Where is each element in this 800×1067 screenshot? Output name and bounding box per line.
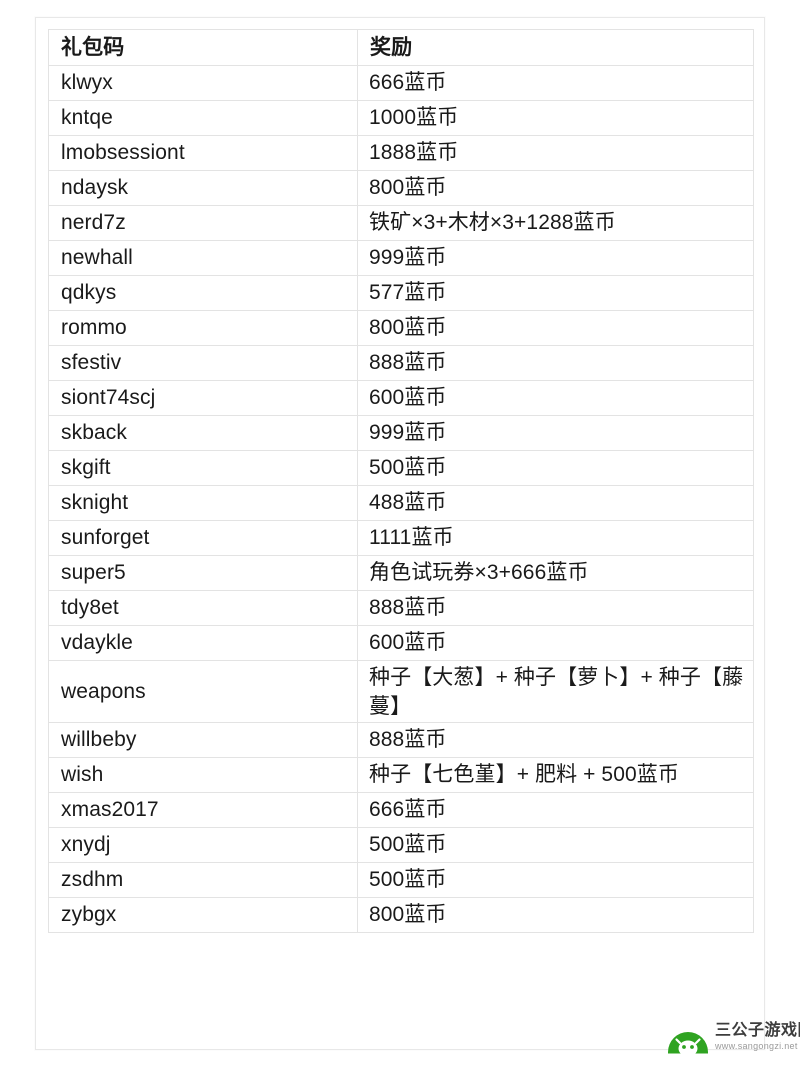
gift-code-cell: sknight [48,485,358,521]
reward-cell: 800蓝币 [357,170,754,206]
document-page: 礼包码 奖励 klwyx 666蓝币 kntqe 1000蓝币 lmobsessiont… [35,17,765,1050]
gift-code-cell: zsdhm [48,862,358,898]
gift-code-cell: ndaysk [48,170,358,206]
reward-cell: 800蓝币 [357,310,754,346]
table-row: tdy8et 888蓝币 [48,590,754,626]
column-header-code: 礼包码 [48,29,358,66]
table-row: sunforget 1111蓝币 [48,520,754,556]
gift-code-cell: qdkys [48,275,358,311]
mushroom-mascot-icon [666,1018,710,1057]
gift-code-cell: xnydj [48,827,358,863]
reward-cell: 角色试玩券×3+666蓝币 [357,555,754,591]
gift-code-table: 礼包码 奖励 klwyx 666蓝币 kntqe 1000蓝币 lmobsessiont… [48,29,754,933]
table-row: vdaykle 600蓝币 [48,625,754,661]
reward-cell: 500蓝币 [357,827,754,863]
reward-cell: 666蓝币 [357,65,754,101]
table-row: kntqe 1000蓝币 [48,100,754,136]
gift-code-cell: sfestiv [48,345,358,381]
table-header-row: 礼包码 奖励 [48,29,754,66]
gift-code-cell: klwyx [48,65,358,101]
reward-cell: 种子【七色堇】+ 肥料 + 500蓝币 [357,757,754,793]
reward-cell: 666蓝币 [357,792,754,828]
reward-cell: 999蓝币 [357,240,754,276]
table-row: siont74scj 600蓝币 [48,380,754,416]
table-row: rommo 800蓝币 [48,310,754,346]
table-row: zybgx 800蓝币 [48,897,754,933]
reward-cell: 铁矿×3+木材×3+1288蓝币 [357,205,754,241]
gift-code-cell: kntqe [48,100,358,136]
reward-cell: 800蓝币 [357,897,754,933]
column-header-reward: 奖励 [357,29,754,66]
gift-code-cell: willbeby [48,722,358,758]
table-row: weapons 种子【大葱】+ 种子【萝卜】+ 种子【藤蔓】 [48,660,754,723]
reward-cell: 600蓝币 [357,625,754,661]
reward-cell: 种子【大葱】+ 种子【萝卜】+ 种子【藤蔓】 [357,660,754,723]
table-row: sknight 488蓝币 [48,485,754,521]
gift-code-cell: wish [48,757,358,793]
reward-cell: 888蓝币 [357,722,754,758]
reward-cell: 488蓝币 [357,485,754,521]
reward-cell: 1000蓝币 [357,100,754,136]
gift-code-cell: skgift [48,450,358,486]
table-row: xmas2017 666蓝币 [48,792,754,828]
table-row: klwyx 666蓝币 [48,65,754,101]
watermark-site-name: 三公子游戏网 [715,1022,800,1039]
table-row: ndaysk 800蓝币 [48,170,754,206]
table-row: sfestiv 888蓝币 [48,345,754,381]
reward-cell: 577蓝币 [357,275,754,311]
gift-code-cell: vdaykle [48,625,358,661]
reward-cell: 500蓝币 [357,862,754,898]
table-row: qdkys 577蓝币 [48,275,754,311]
table-row: xnydj 500蓝币 [48,827,754,863]
gift-code-cell: skback [48,415,358,451]
gift-code-cell: siont74scj [48,380,358,416]
table-row: lmobsessiont 1888蓝币 [48,135,754,171]
table-row: skgift 500蓝币 [48,450,754,486]
gift-code-cell: newhall [48,240,358,276]
table-row: nerd7z 铁矿×3+木材×3+1288蓝币 [48,205,754,241]
gift-code-cell: zybgx [48,897,358,933]
reward-cell: 999蓝币 [357,415,754,451]
reward-cell: 500蓝币 [357,450,754,486]
watermark-text: 三公子游戏网 www.sangongzi.net [715,1023,800,1051]
table-header: 礼包码 奖励 [48,29,754,66]
reward-cell: 1111蓝币 [357,520,754,556]
gift-code-cell: lmobsessiont [48,135,358,171]
reward-cell: 1888蓝币 [357,135,754,171]
table-row: willbeby 888蓝币 [48,722,754,758]
table-row: zsdhm 500蓝币 [48,862,754,898]
gift-code-cell: super5 [48,555,358,591]
site-watermark: 三公子游戏网 www.sangongzi.net [666,1012,800,1062]
gift-code-cell: weapons [48,660,358,723]
table-body: klwyx 666蓝币 kntqe 1000蓝币 lmobsessiont 1888蓝币 n… [48,65,754,933]
reward-cell: 600蓝币 [357,380,754,416]
watermark-url: www.sangongzi.net [715,1041,798,1051]
table-row: super5 角色试玩券×3+666蓝币 [48,555,754,591]
table-row: newhall 999蓝币 [48,240,754,276]
gift-code-cell: tdy8et [48,590,358,626]
reward-cell: 888蓝币 [357,590,754,626]
gift-code-cell: rommo [48,310,358,346]
gift-code-cell: sunforget [48,520,358,556]
reward-cell: 888蓝币 [357,345,754,381]
gift-code-cell: xmas2017 [48,792,358,828]
gift-code-cell: nerd7z [48,205,358,241]
table-row: wish 种子【七色堇】+ 肥料 + 500蓝币 [48,757,754,793]
table-row: skback 999蓝币 [48,415,754,451]
